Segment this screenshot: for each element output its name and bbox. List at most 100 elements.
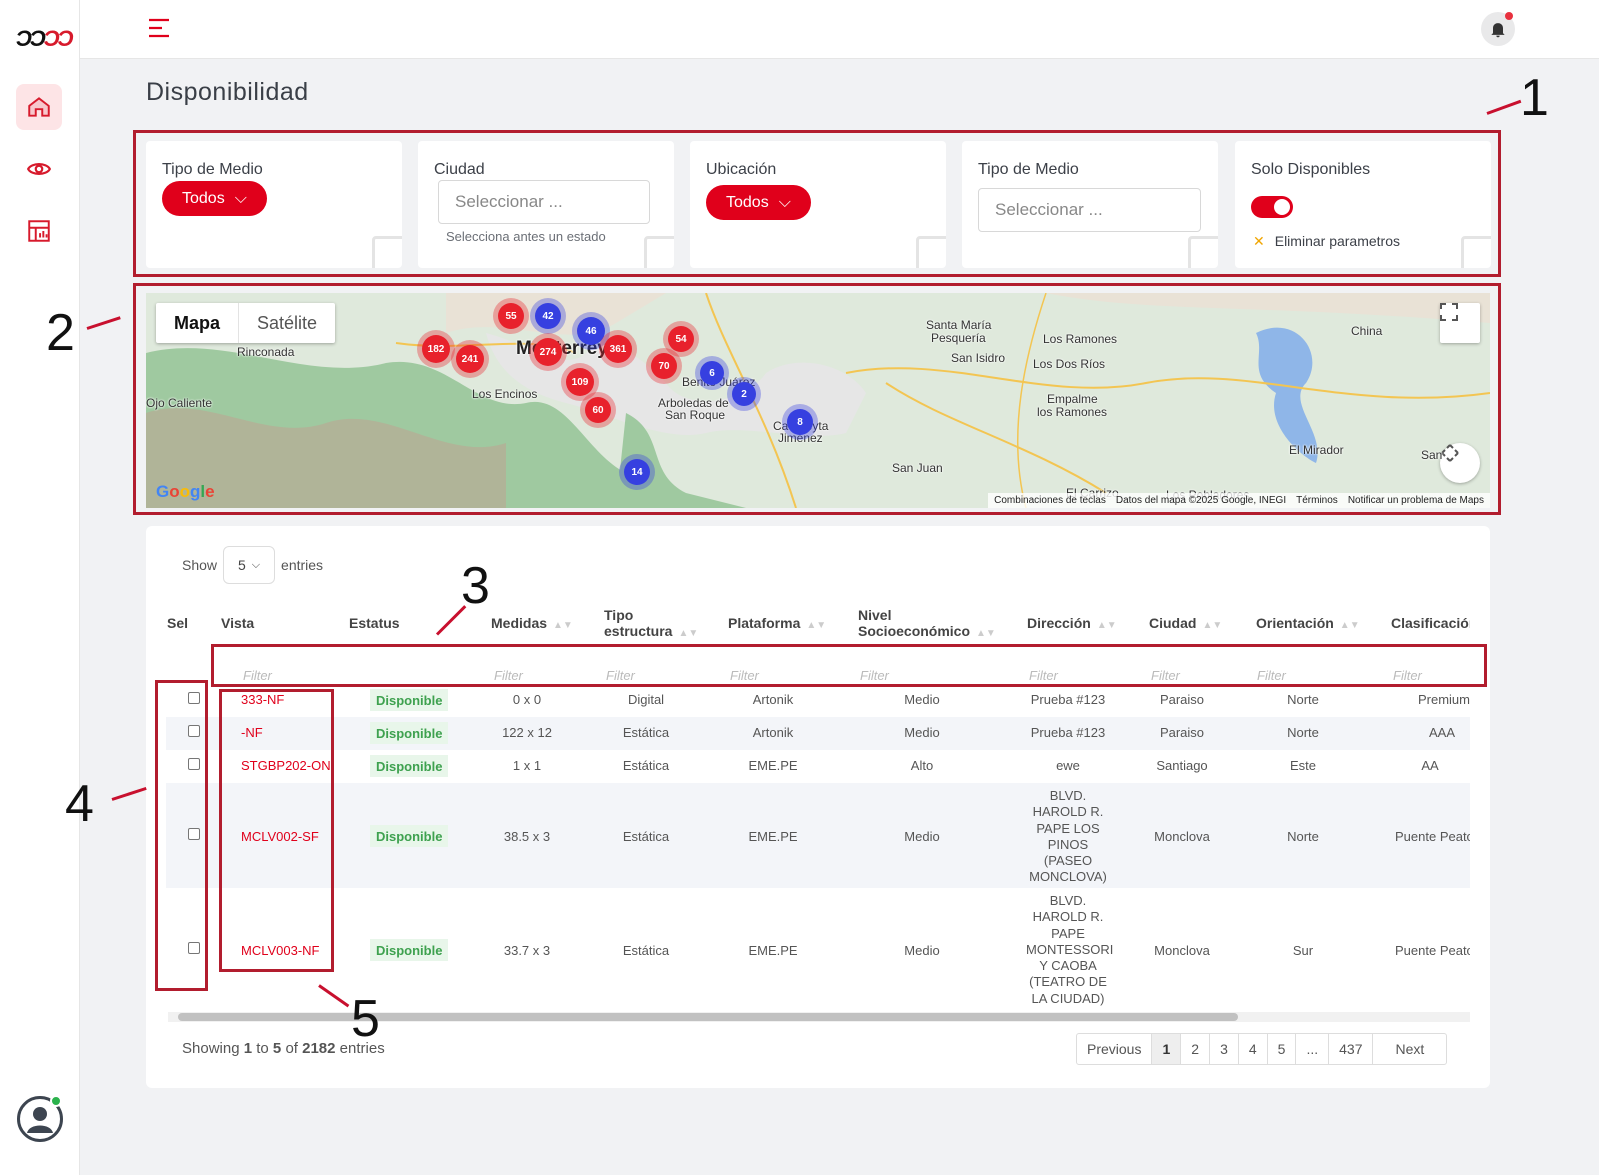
page-title: Disponibilidad — [146, 78, 309, 106]
column-header[interactable]: Ciudad ▲▼ — [1149, 615, 1222, 634]
status-badge: Disponible — [370, 755, 449, 777]
cell-tipo: Estática — [622, 758, 670, 773]
show-label: Show — [182, 557, 218, 573]
cell-tipo: Estática — [622, 943, 670, 958]
cell-plataforma: EME.PE — [748, 943, 798, 958]
sort-icon: ▲▼ — [678, 628, 699, 639]
column-header[interactable]: Nivel Socioeconómico ▲▼ — [858, 607, 996, 642]
pager-page-3[interactable]: 3 — [1210, 1034, 1239, 1064]
showing-total: 2182 — [302, 1040, 336, 1057]
sort-icon: ▲▼ — [976, 628, 996, 639]
cell-clasificacion: Puente Peato — [1395, 943, 1470, 958]
cell-nivel: Alto — [910, 758, 934, 773]
cell-orientacion: Norte — [1287, 725, 1319, 740]
column-header[interactable]: Clasificación — [1391, 615, 1470, 631]
cell-ciudad: Paraiso — [1159, 725, 1205, 740]
page-size-select[interactable]: 5 ⌵ — [223, 546, 276, 584]
annotation-number: 1 — [1520, 69, 1549, 127]
cell-direccion: BLVD. HAROLD R. PAPE MONTESSORI Y CAOBA … — [1026, 893, 1114, 1006]
sort-icon: ▲▼ — [1096, 620, 1117, 631]
column-header-label: Dirección — [1027, 615, 1091, 631]
cell-tipo: Estática — [622, 725, 670, 740]
cell-plataforma: Artonik — [752, 725, 794, 740]
cell-plataforma: EME.PE — [748, 758, 798, 773]
pager-next[interactable]: Next — [1373, 1034, 1446, 1064]
online-status-dot — [50, 1095, 62, 1107]
annotation-pointer — [1486, 99, 1522, 115]
cell-medidas: 38.5 x 3 — [503, 829, 551, 844]
column-header[interactable]: Dirección ▲▼ — [1027, 615, 1117, 634]
sort-icon: ▲▼ — [1339, 620, 1360, 631]
menu-toggle-icon[interactable] — [148, 18, 170, 43]
cell-tipo: Digital — [627, 692, 665, 707]
column-header[interactable]: Tipo estructura ▲▼ — [604, 607, 700, 642]
annotation-box-filter-row — [211, 644, 1487, 687]
pager-previous[interactable]: Previous — [1077, 1034, 1153, 1064]
notifications-bell-icon[interactable] — [1481, 12, 1515, 46]
cell-medidas: 122 x 12 — [502, 725, 552, 740]
pager-page-437[interactable]: 437 — [1329, 1034, 1374, 1064]
user-avatar[interactable] — [17, 1095, 63, 1142]
cell-medidas: 1 x 1 — [512, 758, 542, 773]
scrollbar-thumb[interactable] — [178, 1013, 1238, 1021]
notification-dot — [1505, 12, 1513, 20]
status-badge: Disponible — [370, 722, 449, 744]
home-icon[interactable] — [16, 84, 62, 130]
cell-nivel: Medio — [904, 692, 940, 707]
showing-prefix: Showing — [182, 1040, 240, 1057]
page-size-value: 5 — [237, 557, 246, 573]
brand-logo[interactable]: ƆƆƆƆ — [16, 26, 74, 52]
showing-to: 5 — [272, 1040, 282, 1057]
cell-orientacion: Norte — [1287, 692, 1319, 707]
cell-nivel: Medio — [904, 725, 940, 740]
sort-icon: ▲▼ — [1202, 620, 1223, 631]
annotation-number: 4 — [65, 775, 94, 833]
cell-direccion: Prueba #123 — [1030, 725, 1106, 740]
column-header[interactable]: Medidas ▲▼ — [491, 615, 573, 634]
cell-plataforma: Artonik — [752, 692, 794, 707]
cell-medidas: 33.7 x 3 — [503, 943, 551, 958]
status-badge: Disponible — [370, 689, 449, 711]
annotation-number: 2 — [46, 304, 75, 362]
sort-icon: ▲▼ — [553, 620, 573, 631]
sort-icon: ▲▼ — [806, 620, 827, 631]
cell-ciudad: Monclova — [1154, 829, 1210, 844]
table-row: MCLV002-SF Disponible 38.5 x 3 Estática … — [166, 783, 1470, 888]
cell-orientacion: Este — [1289, 758, 1316, 773]
pagination: Previous 1 2 3 4 5 ... 437 Next — [1076, 1033, 1448, 1065]
column-header-label: Nivel Socioeconómico — [858, 607, 971, 639]
cell-orientacion: Sur — [1292, 943, 1314, 958]
column-header-label: Medidas — [491, 615, 548, 631]
pager-page-2[interactable]: 2 — [1181, 1034, 1211, 1064]
cell-nivel: Medio — [904, 943, 940, 958]
pager-ellipsis: ... — [1296, 1034, 1330, 1064]
column-header[interactable]: Vista — [221, 615, 254, 631]
cell-clasificacion: AAA — [1428, 725, 1455, 740]
column-header[interactable]: Plataforma ▲▼ — [728, 615, 826, 634]
cell-ciudad: Paraiso — [1159, 692, 1205, 707]
cell-plataforma: EME.PE — [748, 829, 798, 844]
pager-page-5[interactable]: 5 — [1268, 1034, 1297, 1064]
pager-page-4[interactable]: 4 — [1239, 1034, 1268, 1064]
entries-label: entries — [281, 557, 324, 573]
eye-icon[interactable] — [16, 146, 62, 192]
column-header-label: Orientación — [1256, 615, 1334, 631]
column-header-label: Tipo estructura — [604, 607, 673, 639]
status-badge: Disponible — [370, 939, 449, 961]
annotation-pointer — [111, 786, 147, 801]
annotation-box-filters — [133, 130, 1501, 277]
dashboard-icon[interactable] — [16, 208, 62, 254]
table-row: 333-NF Disponible 0 x 0 Digital Artonik … — [166, 684, 1470, 717]
cell-ciudad: Monclova — [1154, 943, 1210, 958]
cell-direccion: BLVD. HAROLD R. PAPE LOS PINOS (PASEO MO… — [1029, 788, 1107, 885]
column-header[interactable]: Estatus — [349, 615, 400, 631]
cell-ciudad: Santiago — [1156, 758, 1208, 773]
table-row: STGBP202-ON Disponible 1 x 1 Estática EM… — [166, 750, 1470, 783]
table-row: -NF Disponible 122 x 12 Estática Artonik… — [166, 717, 1470, 750]
cell-orientacion: Norte — [1287, 829, 1319, 844]
showing-of-word: of — [285, 1040, 298, 1057]
pager-page-1[interactable]: 1 — [1152, 1034, 1182, 1064]
page-size-control: Show 5 ⌵ entries — [182, 546, 323, 584]
cell-direccion: Prueba #123 — [1030, 692, 1106, 707]
column-header[interactable]: Orientación ▲▼ — [1256, 615, 1360, 634]
